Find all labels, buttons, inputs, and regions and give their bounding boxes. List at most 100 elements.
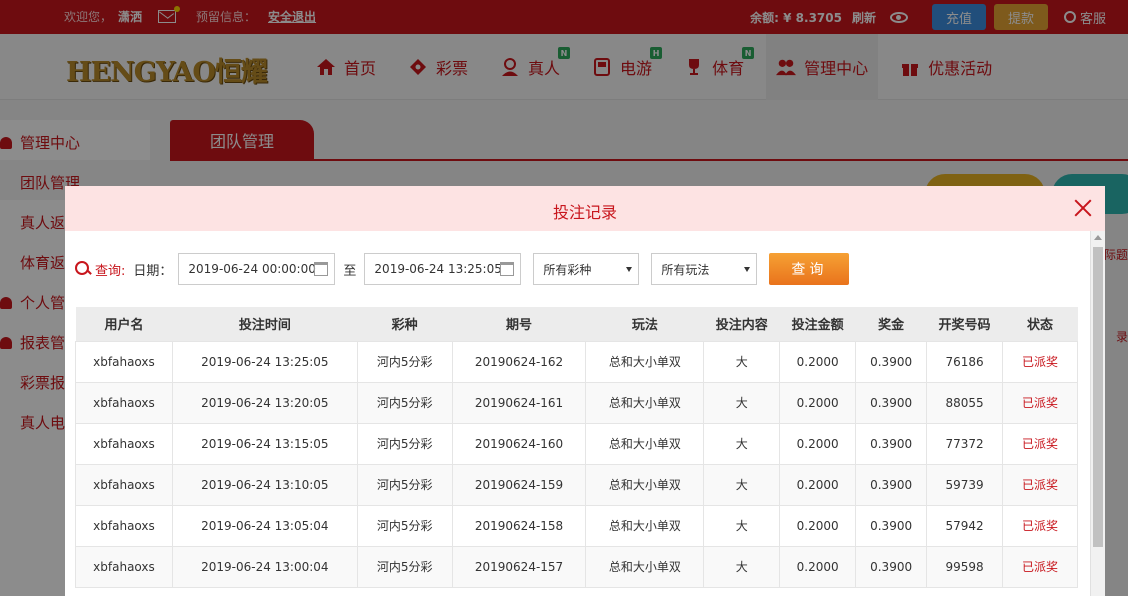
table-cell: 20190624-158 <box>451 504 587 547</box>
table-cell: 20190624-157 <box>451 545 587 588</box>
table-cell: 76186 <box>926 340 1004 383</box>
table-cell: 大 <box>703 422 781 465</box>
bet-record-modal: 投注记录 查询: 日期： 2019-06-24 00:00:00 至 2019-… <box>65 186 1105 596</box>
table-cell: 59739 <box>926 463 1004 506</box>
date-from-value: 2019-06-24 00:00:00 <box>188 262 316 276</box>
column-header: 投注金额 <box>779 307 856 341</box>
table-cell: xbfahaoxs <box>75 340 173 383</box>
query-bar: 查询: 日期： 2019-06-24 00:00:00 至 2019-06-24… <box>75 253 850 285</box>
table-cell: 20190624-159 <box>451 463 587 506</box>
table-cell: 总和大小单双 <box>585 422 705 465</box>
table-cell: 0.3900 <box>855 463 928 506</box>
table-cell: 0.2000 <box>779 504 857 547</box>
search-icon <box>75 261 91 277</box>
column-header: 开奖号码 <box>926 307 1003 341</box>
query-label: 查询: <box>95 263 126 279</box>
column-header: 投注内容 <box>703 307 780 341</box>
table-cell: 总和大小单双 <box>585 545 705 588</box>
table-cell: 总和大小单双 <box>585 381 705 424</box>
table-cell: 总和大小单双 <box>585 504 705 547</box>
lottery-type-value: 所有彩种 <box>543 262 592 277</box>
table-cell: 0.3900 <box>855 545 928 588</box>
table-row[interactable]: xbfahaoxs 2019-06-24 13:00:04 河内5分彩 2019062… <box>75 545 1078 588</box>
table-cell: 0.3900 <box>855 340 928 383</box>
table-cell: 2019-06-24 13:05:04 <box>171 504 358 547</box>
table-cell: 88055 <box>926 381 1004 424</box>
close-icon[interactable] <box>1073 198 1093 218</box>
column-header: 用户名 <box>75 307 173 341</box>
column-header: 状态 <box>1002 307 1078 341</box>
table-cell: 已派奖 <box>1002 463 1078 506</box>
table-cell: 大 <box>703 504 781 547</box>
table-cell: 0.3900 <box>855 504 928 547</box>
table-row[interactable]: xbfahaoxs 2019-06-24 13:15:05 河内5分彩 2019062… <box>75 422 1078 465</box>
table-cell: xbfahaoxs <box>75 381 173 424</box>
table-cell: 0.2000 <box>779 381 857 424</box>
column-header: 奖金 <box>855 307 927 341</box>
table-cell: 河内5分彩 <box>356 381 453 424</box>
dropdown-arrow-icon <box>744 267 751 272</box>
column-header: 投注时间 <box>172 307 358 341</box>
table-cell: 已派奖 <box>1002 504 1078 547</box>
table-cell: 大 <box>703 340 781 383</box>
table-cell: xbfahaoxs <box>75 545 173 588</box>
table-cell: 20190624-160 <box>451 422 587 465</box>
table-cell: 河内5分彩 <box>356 340 453 383</box>
modal-title: 投注记录 <box>552 203 617 222</box>
table-cell: xbfahaoxs <box>75 463 173 506</box>
lottery-type-select[interactable]: 所有彩种 <box>533 253 640 285</box>
table-cell: xbfahaoxs <box>75 504 173 547</box>
table-cell: 0.3900 <box>855 381 928 424</box>
table-cell: 已派奖 <box>1002 422 1078 465</box>
table-cell: 河内5分彩 <box>356 545 453 588</box>
table-cell: 0.2000 <box>779 340 857 383</box>
table-cell: 57942 <box>926 504 1004 547</box>
table-cell: 0.2000 <box>779 422 857 465</box>
table-body: xbfahaoxs 2019-06-24 13:25:05 河内5分彩 2019062… <box>75 340 1078 588</box>
table-cell: 2019-06-24 13:15:05 <box>171 422 358 465</box>
table-cell: 总和大小单双 <box>585 463 705 506</box>
table-cell: 河内5分彩 <box>356 504 453 547</box>
table-cell: 0.2000 <box>779 545 857 588</box>
table-cell: 20190624-161 <box>451 381 587 424</box>
table-cell: 99598 <box>926 545 1004 588</box>
date-to-value: 2019-06-24 13:25:05 <box>374 262 502 276</box>
table-row[interactable]: xbfahaoxs 2019-06-24 13:10:05 河内5分彩 2019062… <box>75 463 1078 506</box>
table-cell: 0.2000 <box>779 463 857 506</box>
date-label: 日期： <box>133 263 173 279</box>
table-cell: 已派奖 <box>1002 545 1078 588</box>
table-cell: 已派奖 <box>1002 340 1078 383</box>
table-cell: 河内5分彩 <box>356 422 453 465</box>
table-cell: 已派奖 <box>1002 381 1078 424</box>
table-cell: 2019-06-24 13:00:04 <box>171 545 358 588</box>
date-to-input[interactable]: 2019-06-24 13:25:05 <box>364 253 522 285</box>
dropdown-arrow-icon <box>626 267 633 272</box>
bet-record-table: 用户名 投注时间 彩种 期号 玩法 投注内容 投注金额 奖金 开奖号码 状态 xbfahaoxs 2… <box>75 307 1078 588</box>
table-cell: 2019-06-24 13:10:05 <box>171 463 358 506</box>
table-cell: 0.3900 <box>855 422 928 465</box>
table-cell: 大 <box>703 545 781 588</box>
play-type-select[interactable]: 所有玩法 <box>651 253 758 285</box>
scroll-up-arrow-icon[interactable] <box>1094 235 1102 240</box>
calendar-icon[interactable] <box>500 262 515 276</box>
play-type-value: 所有玩法 <box>661 262 710 277</box>
table-cell: 77372 <box>926 422 1004 465</box>
table-row[interactable]: xbfahaoxs 2019-06-24 13:05:04 河内5分彩 2019062… <box>75 504 1078 547</box>
query-button[interactable]: 查询 <box>769 253 850 285</box>
column-header: 玩法 <box>585 307 704 341</box>
table-row[interactable]: xbfahaoxs 2019-06-24 13:25:05 河内5分彩 2019062… <box>75 340 1078 383</box>
table-header-row: 用户名 投注时间 彩种 期号 玩法 投注内容 投注金额 奖金 开奖号码 状态 <box>75 307 1078 341</box>
to-label: 至 <box>343 263 357 279</box>
table-cell: 2019-06-24 13:20:05 <box>171 381 358 424</box>
table-cell: 河内5分彩 <box>356 463 453 506</box>
modal-scrollbar[interactable] <box>1090 231 1105 596</box>
date-from-input[interactable]: 2019-06-24 00:00:00 <box>178 253 336 285</box>
table-cell: 大 <box>703 381 781 424</box>
calendar-icon[interactable] <box>314 262 329 276</box>
table-cell: 2019-06-24 13:25:05 <box>171 340 358 383</box>
table-cell: 大 <box>703 463 781 506</box>
column-header: 期号 <box>452 307 586 341</box>
scroll-thumb[interactable] <box>1093 247 1103 547</box>
column-header: 彩种 <box>357 307 453 341</box>
table-row[interactable]: xbfahaoxs 2019-06-24 13:20:05 河内5分彩 2019062… <box>75 381 1078 424</box>
